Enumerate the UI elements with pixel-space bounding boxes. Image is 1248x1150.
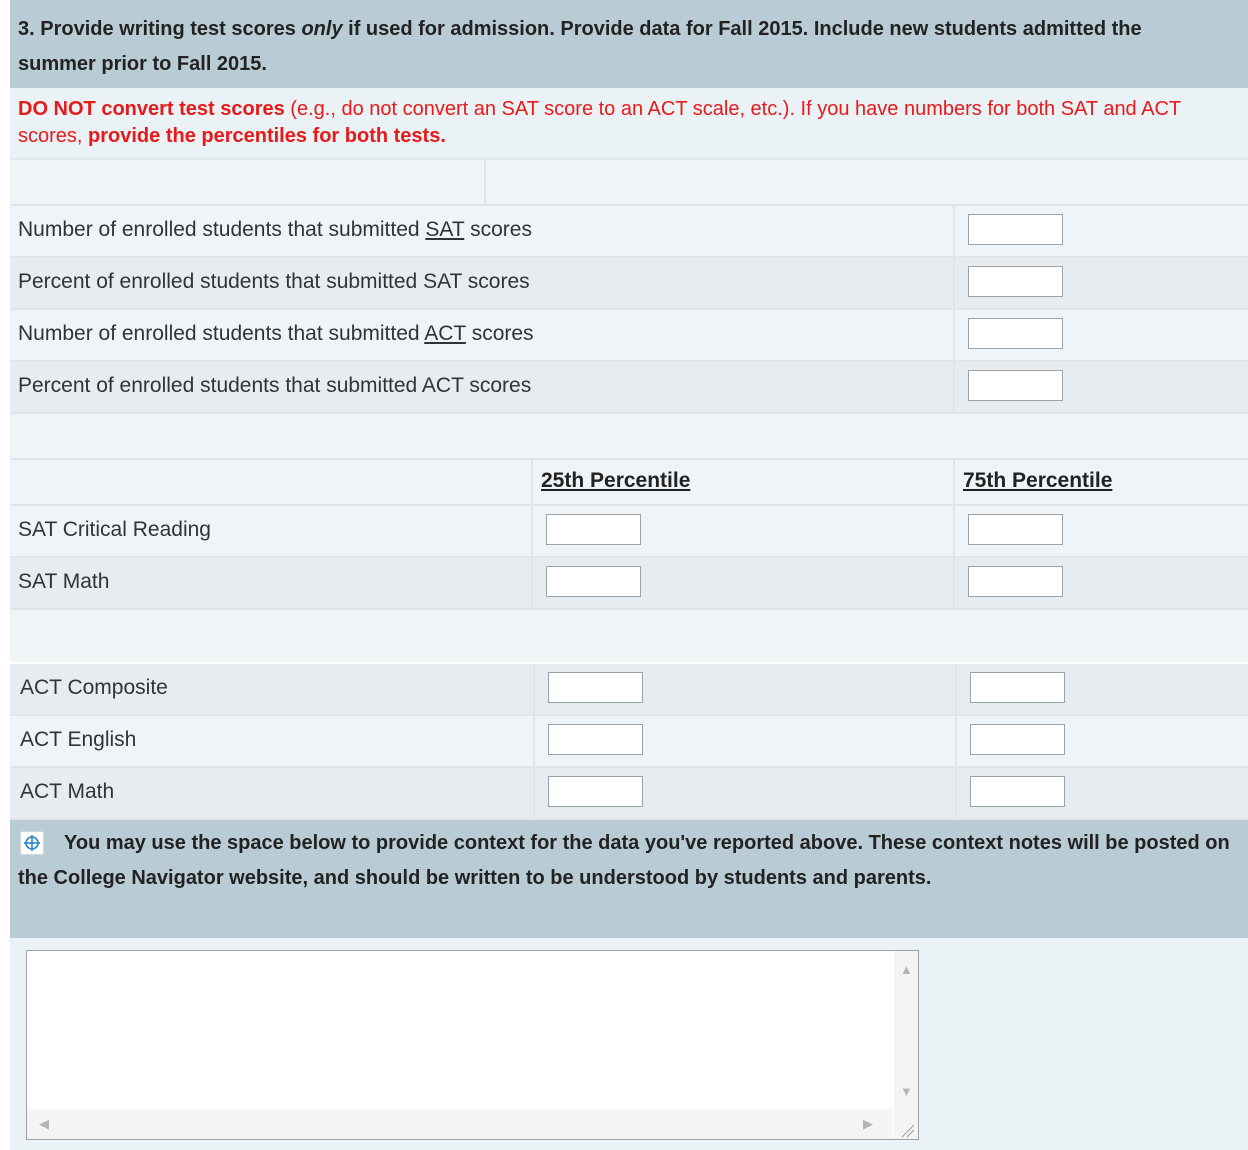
row-label: SAT Math: [18, 570, 110, 593]
vertical-scrollbar[interactable]: ▲ ▼: [894, 951, 918, 1111]
table-row: Number of enrolled students that submitt…: [10, 310, 1248, 362]
row-label: Number of enrolled students that submitt…: [18, 322, 534, 345]
blank-row: [10, 610, 1248, 662]
act-english-p25-input[interactable]: [548, 724, 643, 755]
row-label: Percent of enrolled students that submit…: [18, 374, 532, 397]
table-row: SAT Critical Reading: [10, 506, 1248, 558]
row-label: SAT Critical Reading: [18, 518, 211, 541]
sat-submitted-count-input[interactable]: [968, 214, 1063, 245]
act-submitted-percent-input[interactable]: [968, 370, 1063, 401]
sat-reading-p25-input[interactable]: [546, 514, 641, 545]
context-text: You may use the space below to provide c…: [18, 832, 1230, 889]
scroll-right-icon[interactable]: ▶: [863, 1117, 873, 1130]
act-submitted-count-input[interactable]: [968, 318, 1063, 349]
row-label: Number of enrolled students that submitt…: [18, 218, 532, 241]
table-row: Percent of enrolled students that submit…: [10, 258, 1248, 310]
act-math-p25-input[interactable]: [548, 776, 643, 807]
table-row: ACT English: [10, 716, 1248, 768]
p25-header: 25th Percentile: [541, 469, 691, 492]
blank-row: [10, 160, 1248, 206]
context-notes-textarea[interactable]: ▲ ▼ ◀ ▶: [26, 950, 919, 1140]
table-row: ACT Composite: [10, 664, 1248, 716]
row-label: Percent of enrolled students that submit…: [18, 270, 530, 293]
question-text: 3. Provide writing test scores only if u…: [18, 18, 1142, 75]
scroll-left-icon[interactable]: ◀: [39, 1117, 49, 1130]
p75-header: 75th Percentile: [963, 469, 1113, 492]
sat-reading-p75-input[interactable]: [968, 514, 1063, 545]
act-composite-p25-input[interactable]: [548, 672, 643, 703]
sat-math-p25-input[interactable]: [546, 566, 641, 597]
row-label: ACT Composite: [20, 676, 168, 699]
percentile-header-row: 25th Percentile 75th Percentile: [10, 460, 1248, 506]
scroll-up-icon[interactable]: ▲: [900, 963, 913, 976]
table-row: Number of enrolled students that submitt…: [10, 206, 1248, 258]
horizontal-scrollbar[interactable]: ◀ ▶: [27, 1109, 893, 1139]
table-row: SAT Math: [10, 558, 1248, 610]
blank-row: [10, 414, 1248, 460]
row-label: ACT Math: [20, 780, 115, 803]
table-row: ACT Math: [10, 768, 1248, 820]
act-math-p75-input[interactable]: [970, 776, 1065, 807]
row-label: ACT English: [20, 728, 137, 751]
sat-submitted-percent-input[interactable]: [968, 266, 1063, 297]
act-english-p75-input[interactable]: [970, 724, 1065, 755]
act-composite-p75-input[interactable]: [970, 672, 1065, 703]
table-row: Percent of enrolled students that submit…: [10, 362, 1248, 414]
crosshair-help-icon[interactable]: [20, 831, 44, 855]
resize-grip-icon[interactable]: [894, 1109, 918, 1139]
scroll-down-icon[interactable]: ▼: [900, 1085, 913, 1098]
sat-math-p75-input[interactable]: [968, 566, 1063, 597]
notice-text: DO NOT convert test scores (e.g., do not…: [18, 98, 1181, 147]
